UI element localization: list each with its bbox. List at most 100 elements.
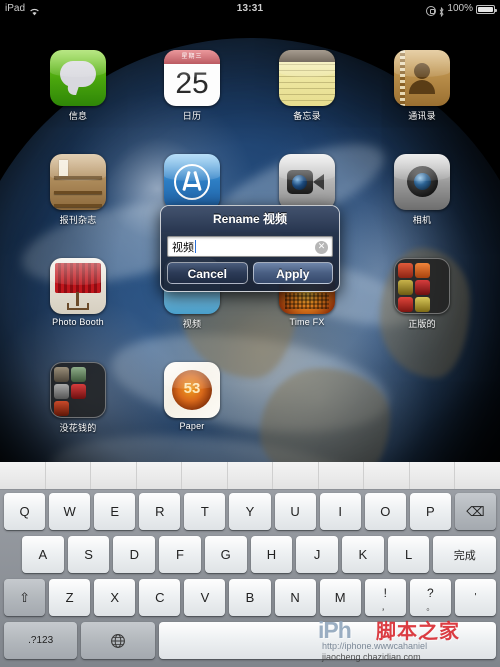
key-s[interactable]: S [67, 536, 110, 573]
app-paper[interactable]: 53 Paper [146, 362, 238, 431]
folder-icon [50, 362, 106, 418]
status-bar: iPad 13:31 100% [0, 0, 500, 17]
exclamation-comma-key[interactable]: ! ， [364, 579, 406, 616]
key-m[interactable]: M [319, 579, 361, 616]
notes-icon [279, 50, 335, 106]
paper-icon: 53 [164, 362, 220, 418]
rotation-lock-icon [426, 5, 437, 16]
app-calendar[interactable]: 星期三 25 日历 [146, 50, 238, 122]
app-label: 报刊杂志 [59, 215, 97, 225]
battery-icon [476, 5, 497, 14]
app-label: 日历 [182, 111, 202, 121]
app-label: Paper [179, 421, 205, 431]
dialog-field-wrapper: 视频 ✕ [161, 232, 339, 257]
key-u[interactable]: U [274, 493, 316, 530]
dialog-title: Rename 视频 [161, 206, 339, 232]
apply-button[interactable]: Apply [252, 262, 333, 284]
app-label: 正版的 [408, 319, 436, 329]
backspace-key[interactable]: ⌫ [454, 493, 497, 530]
status-time: 13:31 [236, 3, 264, 14]
key-r[interactable]: R [139, 493, 181, 530]
app-photobooth[interactable]: Photo Booth [32, 258, 124, 327]
shift-key[interactable]: ⇧ [3, 579, 46, 616]
app-newsstand[interactable]: 报刊杂志 [32, 154, 124, 226]
key-l[interactable]: L [387, 536, 430, 573]
folder-icon [394, 258, 450, 314]
cancel-button[interactable]: Cancel [167, 262, 248, 284]
app-label: 相机 [412, 215, 432, 225]
key-a[interactable]: A [21, 536, 64, 573]
numeric-key[interactable]: .?123 [4, 622, 78, 659]
period-glyph: 。 [426, 603, 435, 612]
bluetooth-icon [439, 6, 444, 17]
globe-icon[interactable] [81, 622, 155, 659]
keyboard-row-2: A S D F G H J K L 完成 [0, 533, 500, 576]
candidate-bar[interactable] [0, 462, 500, 490]
apostrophe-key[interactable]: ' [454, 579, 497, 616]
key-f[interactable]: F [159, 536, 201, 573]
app-label: 没花钱的 [59, 423, 97, 433]
key-e[interactable]: E [94, 493, 136, 530]
keyboard-row-3: ⇧ Z X C V B N M ! ， ? 。 ' [0, 576, 500, 619]
app-label: 视频 [182, 319, 202, 329]
rename-dialog: Rename 视频 视频 ✕ Cancel Apply [160, 205, 340, 292]
key-i[interactable]: I [319, 493, 361, 530]
appstore-icon [164, 154, 220, 210]
calendar-icon: 星期三 25 [164, 50, 220, 106]
calendar-day-number: 25 [175, 67, 209, 100]
app-notes[interactable]: 备忘录 [261, 50, 353, 122]
app-contacts[interactable]: 通讯录 [376, 50, 468, 122]
dialog-button-row: Cancel Apply [161, 257, 339, 291]
photobooth-icon [50, 258, 106, 314]
paper-badge-number: 53 [183, 380, 201, 397]
app-label: Time FX [289, 317, 325, 327]
app-camera[interactable]: 相机 [376, 154, 468, 226]
app-label: 信息 [68, 111, 88, 121]
comma-glyph: ， [381, 603, 390, 612]
camera-icon [394, 154, 450, 210]
key-z[interactable]: Z [49, 579, 91, 616]
folder-zhengbande[interactable]: 正版的 [376, 258, 468, 330]
key-k[interactable]: K [342, 536, 384, 573]
key-j[interactable]: J [296, 536, 339, 573]
on-screen-keyboard: Q W E R T Y U I O P ⌫ A S D F G H J K L … [0, 462, 500, 667]
app-label: Photo Booth [52, 317, 104, 327]
key-n[interactable]: N [274, 579, 316, 616]
key-t[interactable]: T [184, 493, 226, 530]
key-y[interactable]: Y [229, 493, 271, 530]
key-d[interactable]: D [113, 536, 156, 573]
key-b[interactable]: B [229, 579, 271, 616]
space-key[interactable] [158, 622, 496, 659]
app-label: 通讯录 [408, 111, 436, 121]
rename-input[interactable]: 视频 ✕ [167, 236, 333, 257]
keyboard-row-1: Q W E R T Y U I O P ⌫ [0, 490, 500, 533]
key-x[interactable]: X [94, 579, 136, 616]
battery-percent-label: 100% [447, 3, 473, 14]
keyboard-row-4: .?123 [0, 619, 500, 662]
messages-icon [50, 50, 106, 106]
calendar-month-label: 星期三 [164, 50, 220, 64]
key-c[interactable]: C [139, 579, 181, 616]
facetime-icon [279, 154, 335, 210]
key-g[interactable]: G [204, 536, 247, 573]
key-v[interactable]: V [184, 579, 226, 616]
text-caret [195, 240, 196, 253]
key-w[interactable]: W [49, 493, 91, 530]
key-q[interactable]: Q [3, 493, 46, 530]
done-key[interactable]: 完成 [433, 536, 497, 573]
key-o[interactable]: O [364, 493, 406, 530]
key-p[interactable]: P [409, 493, 451, 530]
newsstand-icon [50, 154, 106, 210]
key-h[interactable]: H [250, 536, 293, 573]
app-messages[interactable]: 信息 [32, 50, 124, 122]
question-period-key[interactable]: ? 。 [409, 579, 451, 616]
app-label: 备忘录 [293, 111, 321, 121]
globe-glyph [111, 633, 125, 648]
clear-text-icon[interactable]: ✕ [315, 241, 328, 254]
exclamation-glyph: ! [383, 585, 387, 600]
ipad-screen: iPad 13:31 100% 信息 星期三 25 日历 备忘录 通讯录 报刊杂… [0, 0, 500, 667]
question-glyph: ? [427, 585, 434, 600]
rename-input-value: 视频 [172, 241, 194, 254]
contacts-icon [394, 50, 450, 106]
folder-meihuaqiande[interactable]: 没花钱的 [32, 362, 124, 434]
